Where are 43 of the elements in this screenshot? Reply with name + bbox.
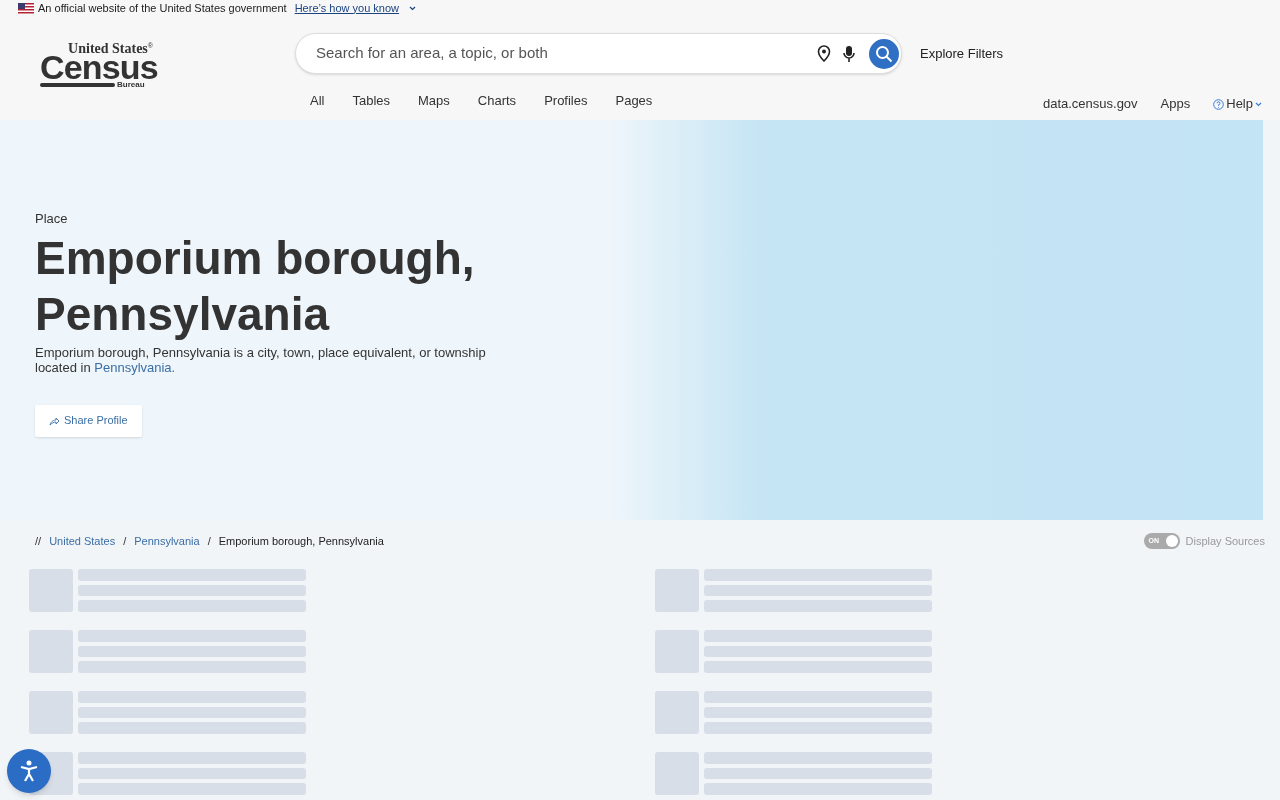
search-input[interactable]: Search for an area, a topic, or both <box>316 42 817 65</box>
nav-tab[interactable]: Maps <box>404 91 464 111</box>
share-icon <box>49 415 60 426</box>
loading-placeholder <box>29 630 73 673</box>
loading-placeholder <box>29 691 73 734</box>
accessibility-button[interactable] <box>7 749 51 793</box>
profile-description: Emporium borough, Pennsylvania is a city, town, place equivalent, or township located in Pennsylvania. <box>35 344 487 375</box>
loading-placeholder <box>654 752 699 795</box>
breadcrumb-prefix: // <box>35 533 42 549</box>
utility-link[interactable]: data.census.gov <box>1042 94 1138 114</box>
breadcrumb-separator: / <box>123 533 127 549</box>
chevron-down-icon[interactable] <box>409 5 417 11</box>
search-bar[interactable]: Search for an area, a topic, or both <box>295 33 902 74</box>
nav-tab[interactable]: Pages <box>601 91 667 111</box>
microphone-icon[interactable] <box>843 44 855 63</box>
help-menu[interactable]: Help <box>1213 94 1262 114</box>
pennsylvania-link[interactable]: Pennsylvania. <box>94 359 176 375</box>
profile-type-label: Place <box>35 210 69 228</box>
profile-title: Emporium borough, Pennsylvania <box>35 230 476 342</box>
help-icon <box>1213 98 1225 110</box>
loading-placeholder <box>29 569 73 612</box>
nav-tab[interactable]: Profiles <box>530 91 602 111</box>
how-you-know-link[interactable]: Here’s how you know <box>294 0 400 17</box>
breadcrumb-link[interactable]: Pennsylvania <box>134 532 200 550</box>
search-button[interactable] <box>869 38 899 69</box>
loading-placeholder <box>654 569 699 612</box>
chevron-down-icon <box>1255 101 1262 107</box>
breadcrumb-link[interactable]: United States <box>49 532 116 550</box>
loading-placeholder <box>654 630 699 673</box>
search-icon <box>875 44 893 63</box>
utility-link[interactable]: Apps <box>1160 94 1191 114</box>
nav-tab[interactable]: Tables <box>338 91 405 111</box>
nav-tab[interactable]: Charts <box>463 91 531 111</box>
explore-filters-button[interactable]: Explore Filters <box>920 43 1004 64</box>
display-sources-label: Display Sources <box>1185 533 1265 549</box>
banner-text: An official website of the United States government <box>38 0 287 16</box>
share-profile-button[interactable]: Share Profile <box>35 404 142 437</box>
accessibility-icon <box>20 760 38 782</box>
breadcrumb-current: Emporium borough, Pennsylvania <box>218 533 384 549</box>
nav-tab[interactable]: All <box>295 91 339 111</box>
loading-placeholder <box>654 691 699 734</box>
location-pin-icon[interactable] <box>817 45 831 62</box>
breadcrumb-separator: / <box>207 533 211 549</box>
